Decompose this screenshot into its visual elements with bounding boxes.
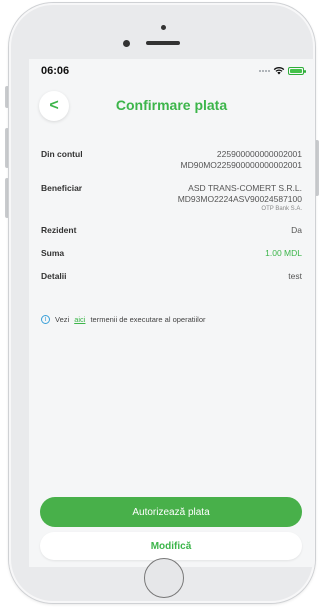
earpiece-speaker [146,41,180,45]
resident-value: Da [291,225,302,235]
beneficiary-name: ASD TRANS-COMERT S.R.L. [188,183,302,193]
front-camera [123,40,130,47]
terms-prefix: Vezi [55,315,70,324]
proximity-sensor [161,25,166,30]
terms-suffix: termenii de executare al operatiilor [90,315,206,324]
beneficiary-bank: OTP Bank S.A. [261,206,302,212]
beneficiary-iban: MD93MO2224ASV90024587100 [177,194,302,204]
amount-value: 1.00 MDL [265,248,302,258]
detail-row-account: Din contul 225900000000002001 MD90MO2259… [41,149,302,171]
detail-row-beneficiary: Beneficiar ASD TRANS-COMERT S.R.L. MD93M… [41,183,302,213]
terms-link[interactable]: aici [74,315,85,324]
phone-frame: 06:06 < Confirmare plata Din contul 2259… [9,3,315,603]
detail-row-resident: Rezident Da [41,225,302,236]
detail-label: Suma [41,248,65,258]
payment-details: Din contul 225900000000002001 MD90MO2259… [29,149,314,294]
detail-label: Detalii [41,271,67,281]
home-button[interactable] [144,558,184,598]
details-value: test [288,271,302,281]
phone-top-bezel [9,3,315,59]
account-number: 225900000000002001 [216,149,302,159]
status-bar: 06:06 [29,59,314,83]
detail-row-amount: Suma 1.00 MDL [41,248,302,259]
authorize-payment-button[interactable]: Autorizează plata [40,497,302,527]
detail-value: 225900000000002001 MD90MO225900000000002… [181,149,302,171]
detail-row-details: Detalii test [41,271,302,282]
info-icon: i [41,315,50,324]
status-time: 06:06 [41,65,70,77]
header: < Confirmare plata [29,89,314,125]
battery-icon [288,66,306,75]
signal-icon [259,69,270,72]
detail-value: ASD TRANS-COMERT S.R.L. MD93MO2224ASV900… [178,183,302,213]
detail-label: Din contul [41,149,83,159]
status-icons [259,66,306,75]
modify-button[interactable]: Modifică [40,532,302,560]
power-button [315,140,319,196]
wifi-icon [273,67,285,75]
detail-label: Rezident [41,225,77,235]
account-iban: MD90MO225900000000002001 [180,160,302,170]
page-title: Confirmare plata [115,97,228,113]
detail-label: Beneficiar [41,183,83,193]
app-screen: 06:06 < Confirmare plata Din contul 2259… [29,59,314,567]
terms-notice: i Vezi aici termenii de executare al ope… [41,315,206,324]
